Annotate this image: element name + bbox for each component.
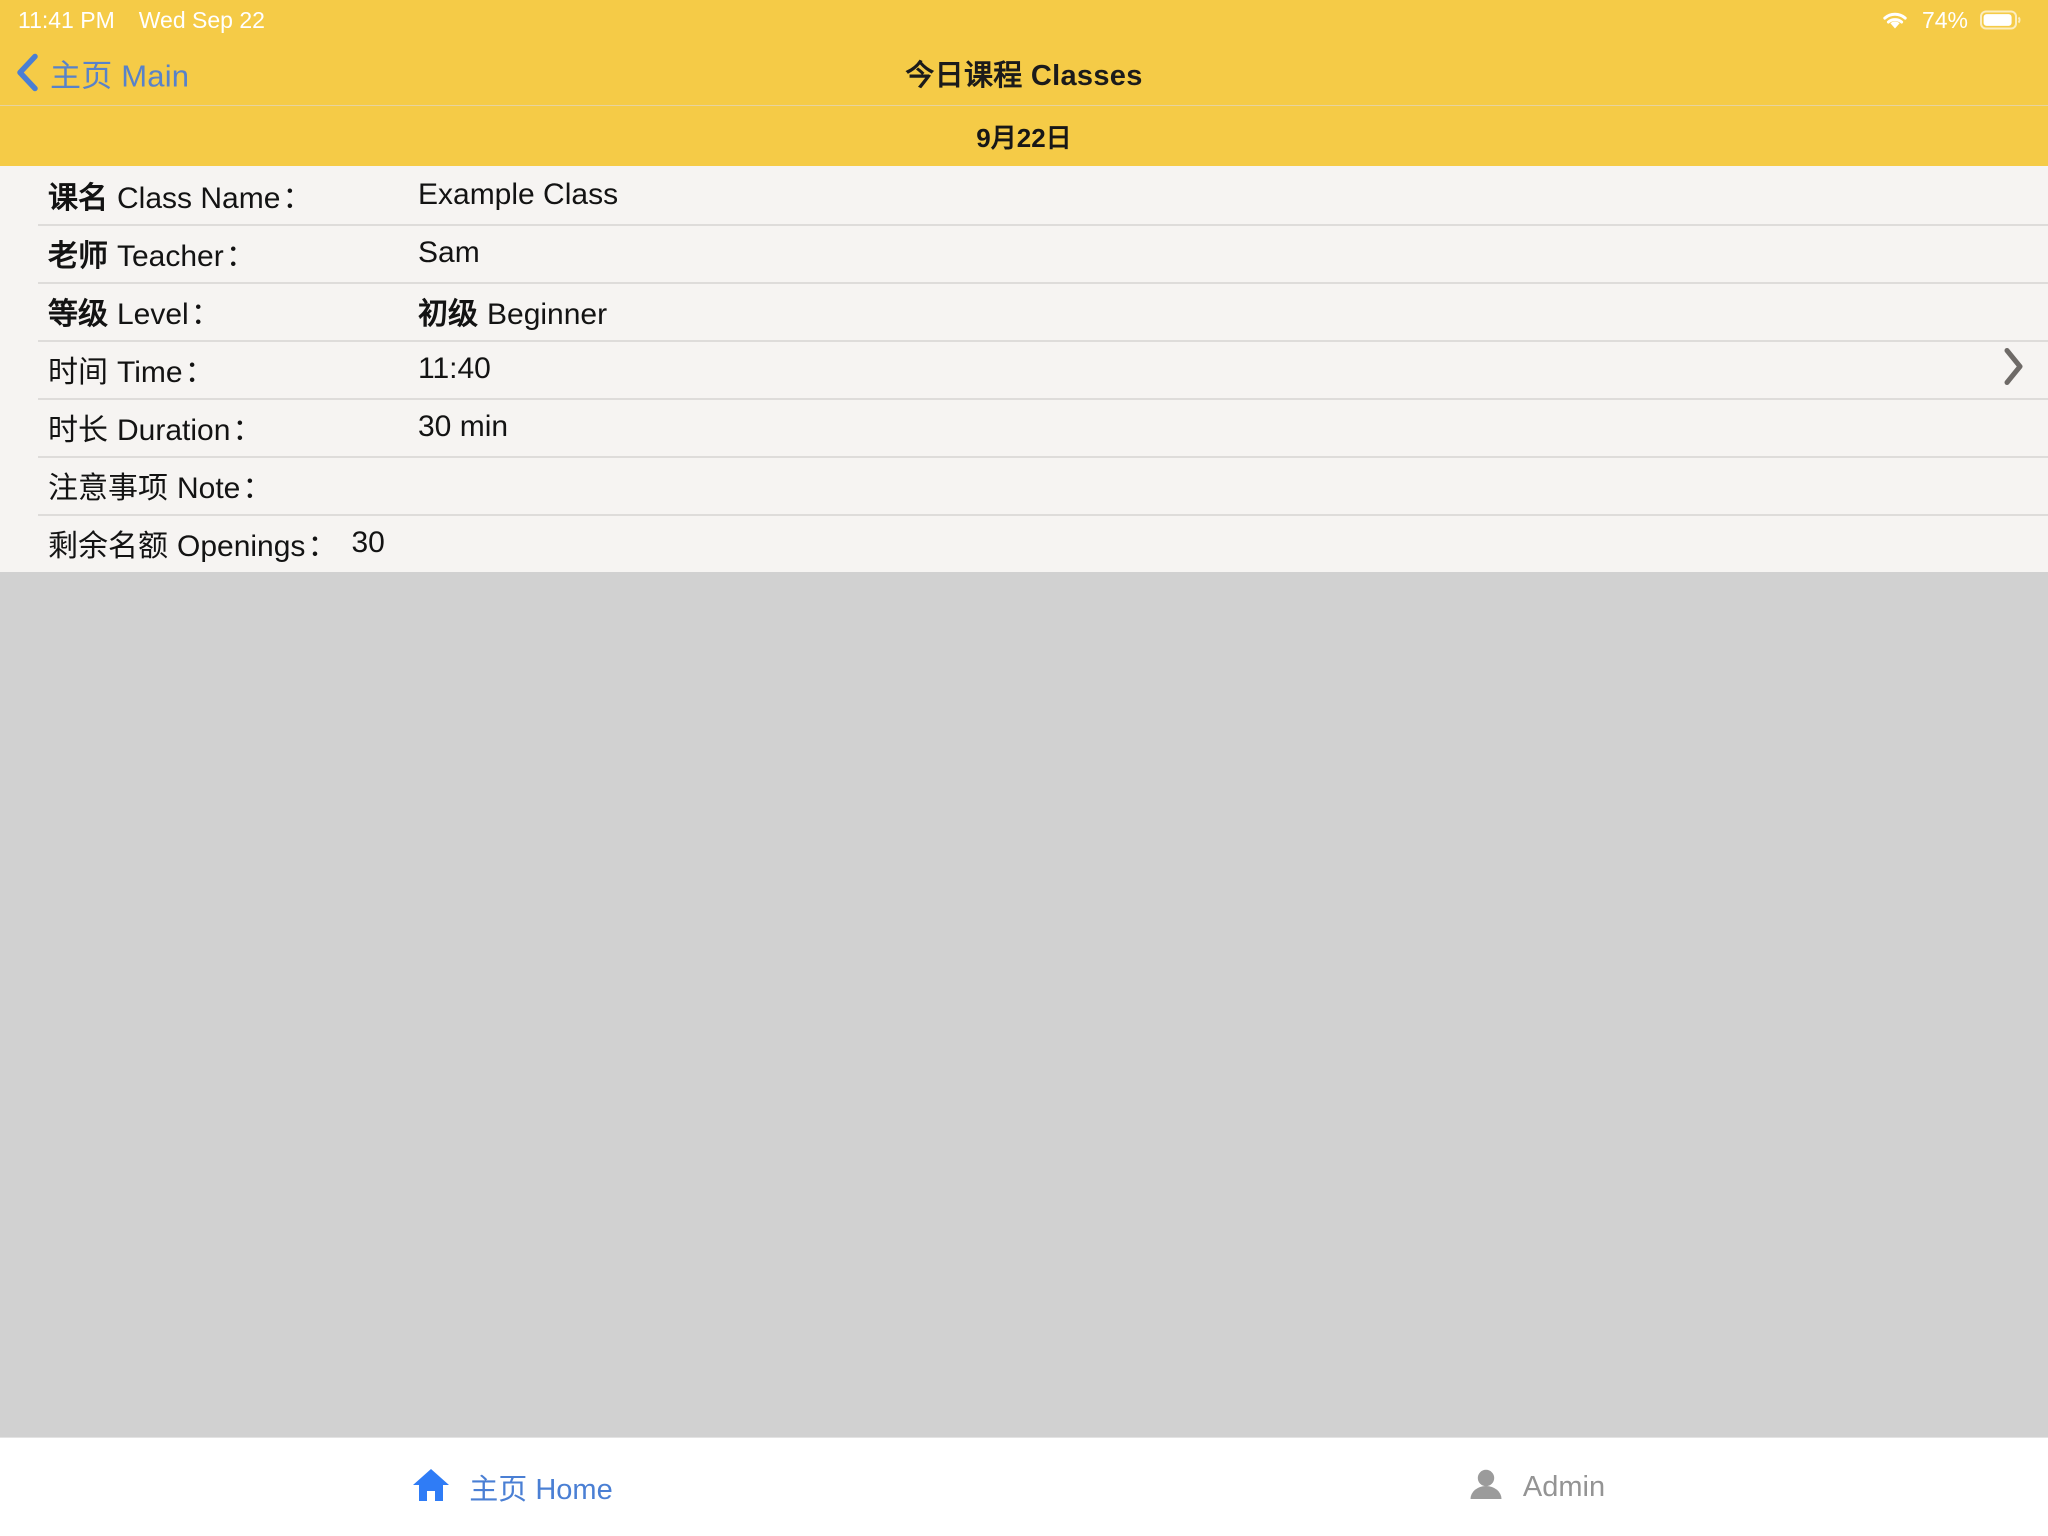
date-header-label: 9月22日: [976, 122, 1072, 153]
row-value-en: 30 min: [418, 410, 509, 443]
row-value: 初级 Beginner: [418, 289, 607, 333]
table-row[interactable]: 时间 Time： 11:40: [0, 340, 2048, 398]
tab-bar: 主页 Home Admin: [0, 1437, 2048, 1536]
row-label-colon: ：: [225, 240, 256, 273]
row-label: 剩余名额 Openings：: [48, 521, 337, 565]
table-row[interactable]: 等级 Level： 初级 Beginner: [0, 282, 2048, 340]
row-label-cn: 等级: [48, 298, 108, 331]
row-label-cn: 老师: [48, 240, 108, 273]
status-bar: 11:41 PM Wed Sep 22 74%: [0, 0, 2048, 40]
row-label-en: Teacher: [117, 240, 224, 273]
table-row[interactable]: 老师 Teacher： Sam: [0, 224, 2048, 282]
wifi-icon: [1880, 9, 1910, 31]
status-bar-right: 74%: [1880, 7, 2022, 34]
row-label-colon: ：: [242, 472, 273, 505]
navigation-bar: 主页 Main 今日课程 Classes: [0, 40, 2048, 106]
row-label-en: Class Name: [117, 182, 281, 215]
row-label-colon: ：: [190, 298, 221, 331]
row-value: 30: [351, 526, 384, 560]
content-background: [0, 572, 2048, 1437]
person-icon: [1467, 1466, 1505, 1509]
battery-percent: 74%: [1921, 6, 1968, 33]
row-value-en: 11:40: [418, 352, 491, 385]
row-label-cn: 时间: [48, 356, 108, 389]
tab-home-label: 主页 Home: [469, 1474, 613, 1506]
status-bar-left: 11:41 PM Wed Sep 22: [18, 7, 265, 34]
row-label-cn: 剩余名额: [48, 530, 168, 563]
status-date: Wed Sep 22: [138, 6, 265, 33]
row-value: 30 min: [418, 410, 508, 444]
row-label-cn: 时长: [48, 414, 108, 447]
row-label-en: Note: [177, 472, 241, 505]
row-label-en: Openings: [177, 530, 306, 563]
row-value-en: 30: [351, 526, 385, 559]
status-time: 11:41 PM: [18, 6, 115, 33]
battery-icon: [1980, 9, 2022, 31]
app-root: 11:41 PM Wed Sep 22 74% 主页 Main 今日课程 Cla…: [0, 0, 2048, 1536]
tab-admin-label: Admin: [1522, 1470, 1606, 1503]
row-label-en: Time: [117, 356, 183, 389]
row-label-cn: 课名: [48, 182, 108, 215]
row-label-en: Level: [117, 298, 189, 331]
date-header: 9月22日: [0, 106, 2048, 166]
chevron-right-icon[interactable]: [2000, 346, 2026, 393]
row-value-en: Beginner: [487, 298, 608, 331]
table-row[interactable]: 剩余名额 Openings： 30: [0, 514, 2048, 572]
tab-admin[interactable]: Admin: [1024, 1438, 2048, 1536]
class-detail-table: 课名 Class Name： Example Class 老师 Teacher： Sam 等…: [0, 166, 2048, 572]
row-value: 11:40: [418, 352, 491, 386]
tab-home[interactable]: 主页 Home: [0, 1438, 1024, 1536]
home-icon: [411, 1466, 451, 1509]
table-row[interactable]: 注意事项 Note：: [0, 456, 2048, 514]
row-value-en: Example Class: [418, 178, 619, 211]
table-row[interactable]: 课名 Class Name： Example Class: [0, 166, 2048, 224]
row-label-colon: ：: [307, 530, 338, 563]
row-label: 时长 Duration：: [48, 405, 262, 449]
row-label: 时间 Time：: [48, 347, 215, 391]
row-label: 课名 Class Name：: [48, 173, 312, 217]
row-label-cn: 注意事项: [48, 472, 168, 505]
row-value-en: Sam: [418, 236, 480, 269]
table-row[interactable]: 时长 Duration： 30 min: [0, 398, 2048, 456]
row-value: Sam: [418, 236, 480, 270]
row-value: Example Class: [418, 178, 618, 212]
row-label: 老师 Teacher：: [48, 231, 256, 275]
row-label: 注意事项 Note：: [48, 463, 272, 507]
row-label: 等级 Level：: [48, 289, 221, 333]
row-value-cn: 初级: [418, 298, 478, 331]
row-label-colon: ：: [184, 356, 215, 389]
page-title: 今日课程 Classes: [905, 59, 1143, 92]
row-label-en: Duration: [117, 414, 231, 447]
row-label-colon: ：: [282, 182, 313, 215]
row-label-colon: ：: [232, 414, 263, 447]
